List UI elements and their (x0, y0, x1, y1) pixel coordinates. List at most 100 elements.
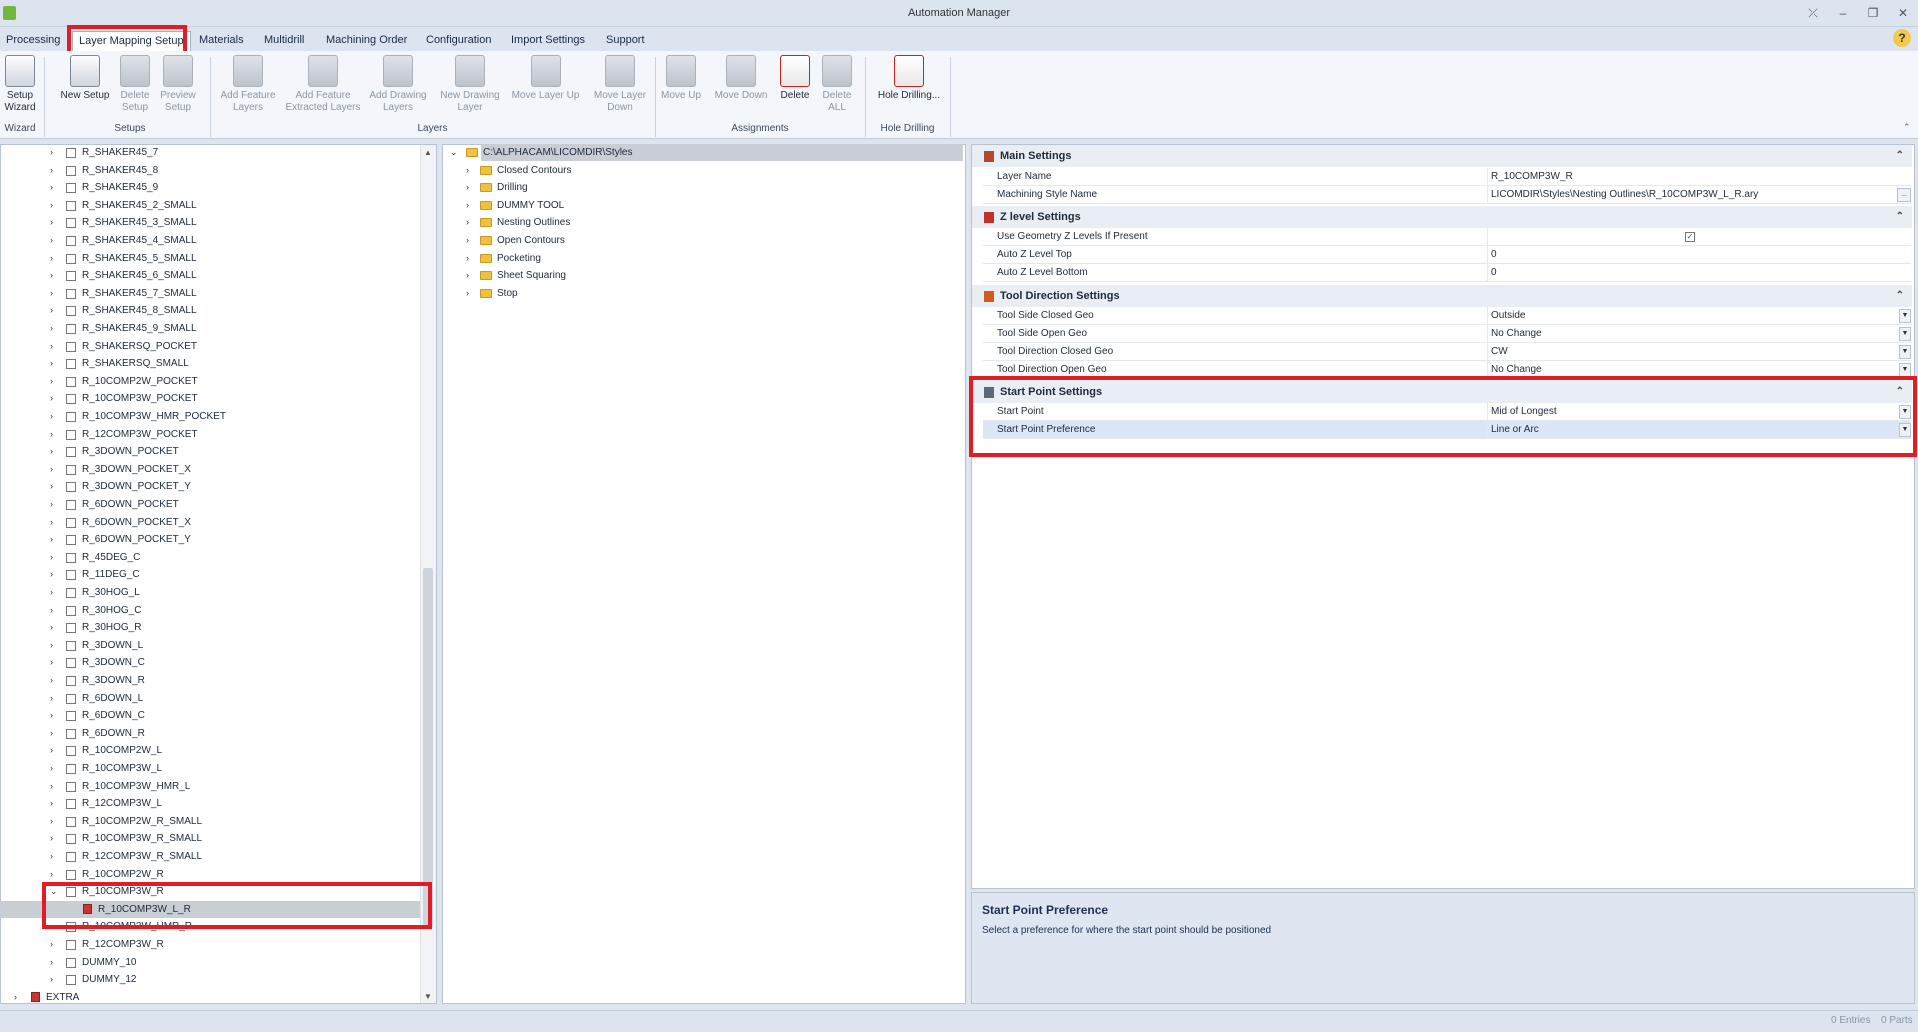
expand-chevron-icon[interactable]: › (50, 637, 60, 654)
layer-checkbox[interactable] (66, 852, 76, 862)
tab-multidrill[interactable]: Multidrill (258, 31, 310, 49)
tree-item[interactable]: › R_SHAKER45_8_SMALL (0, 302, 420, 320)
expand-chevron-icon[interactable]: › (50, 830, 60, 847)
tree-item[interactable]: › R_3DOWN_POCKET_X (0, 461, 420, 479)
expand-chevron-icon[interactable]: › (50, 338, 60, 355)
tree-item[interactable]: › R_3DOWN_C (0, 654, 420, 672)
tree-item[interactable]: › R_SHAKERSQ_SMALL (0, 355, 420, 373)
dropdown-chevron-icon[interactable]: ▼ (1899, 327, 1911, 341)
layer-checkbox[interactable] (66, 517, 76, 528)
scroll-down-icon[interactable]: ▼ (424, 992, 432, 1001)
expand-chevron-icon[interactable]: › (50, 214, 60, 231)
tree-item[interactable]: › R_12COMP3W_R_SMALL (0, 848, 420, 866)
tree-item[interactable]: › R_SHAKER45_5_SMALL (0, 250, 420, 268)
tree-item[interactable]: › R_6DOWN_POCKET_X (0, 514, 420, 532)
expand-chevron-icon[interactable]: › (50, 267, 60, 284)
expand-chevron-icon[interactable]: › (50, 478, 60, 495)
tree-item[interactable]: › R_10COMP2W_R_SMALL (0, 813, 420, 831)
property-value[interactable]: 0 (1487, 264, 1897, 282)
help-icon[interactable]: ? (1893, 29, 1911, 47)
layer-checkbox[interactable] (66, 464, 76, 475)
folder-item[interactable]: › Sheet Squaring (443, 267, 963, 285)
expand-chevron-icon[interactable]: › (50, 742, 60, 759)
layer-checkbox[interactable] (66, 324, 76, 334)
expand-chevron-icon[interactable]: › (50, 584, 60, 601)
property-row[interactable]: Auto Z Level Bottom 0 (983, 264, 1911, 282)
layer-checkbox[interactable] (66, 253, 76, 264)
expand-chevron-icon[interactable]: › (50, 549, 60, 566)
expand-chevron-icon[interactable]: › (50, 760, 60, 777)
ribbon-button-delete[interactable]: Delete (777, 55, 813, 121)
expand-chevron-icon[interactable]: › (50, 232, 60, 249)
expand-chevron-icon[interactable]: › (466, 214, 476, 231)
expand-chevron-icon[interactable]: › (50, 813, 60, 830)
tree-item[interactable]: › R_SHAKER45_9 (0, 179, 420, 197)
expand-chevron-icon[interactable]: › (50, 954, 60, 971)
expand-chevron-icon[interactable]: › (50, 672, 60, 689)
expand-chevron-icon[interactable]: › (466, 197, 476, 214)
tab-machining-order[interactable]: Machining Order (320, 31, 413, 49)
tree-item[interactable]: › R_30HOG_R (0, 619, 420, 637)
expand-chevron-icon[interactable]: › (50, 355, 60, 372)
tab-materials[interactable]: Materials (193, 31, 250, 49)
tree-item[interactable]: › R_6DOWN_POCKET_Y (0, 531, 420, 549)
layer-checkbox[interactable] (66, 218, 76, 229)
layer-checkbox[interactable] (66, 570, 76, 581)
folder-item[interactable]: › Pocketing (443, 250, 963, 268)
tree-item[interactable]: › R_SHAKER45_4_SMALL (0, 232, 420, 250)
expand-chevron-icon[interactable]: › (50, 320, 60, 337)
layer-checkbox[interactable] (66, 658, 76, 669)
ribbon-button-hole-drilling[interactable]: Hole Drilling... (870, 55, 948, 121)
expand-chevron-icon[interactable]: › (50, 707, 60, 724)
close-button[interactable]: ✕ (1893, 6, 1913, 22)
property-value[interactable]: 0 (1487, 246, 1897, 264)
tree-item[interactable]: › R_12COMP3W_POCKET (0, 426, 420, 444)
tree-item[interactable]: › R_45DEG_C (0, 549, 420, 567)
section-header[interactable]: Z level Settings ⌃ (972, 206, 1912, 228)
property-row[interactable]: Layer Name R_10COMP3W_R (983, 168, 1911, 186)
section-header[interactable]: Tool Direction Settings ⌃ (972, 285, 1912, 307)
layer-checkbox[interactable] (66, 165, 76, 176)
expand-chevron-icon[interactable]: › (50, 566, 60, 583)
expand-chevron-icon[interactable]: › (50, 936, 60, 953)
layer-checkbox[interactable] (66, 588, 76, 598)
layer-checkbox[interactable] (66, 552, 76, 563)
folder-item[interactable]: › DUMMY TOOL (443, 197, 963, 215)
layer-checkbox[interactable] (66, 623, 76, 634)
property-value[interactable]: Outside (1487, 307, 1897, 325)
layer-checkbox[interactable] (66, 940, 76, 950)
expand-chevron-icon[interactable]: › (50, 795, 60, 812)
collapse-chevron-icon[interactable]: ⌄ (450, 144, 460, 161)
expand-chevron-icon[interactable]: › (50, 690, 60, 707)
layer-checkbox[interactable] (66, 236, 76, 246)
property-row[interactable]: Tool Side Open Geo No Change ▼ (983, 325, 1911, 343)
layer-checkbox[interactable] (66, 341, 76, 352)
tree-item[interactable]: › R_SHAKER45_9_SMALL (0, 320, 420, 338)
tree-item[interactable]: › R_30HOG_C (0, 602, 420, 620)
checkbox-checked-icon[interactable]: ✓ (1685, 232, 1695, 242)
ribbon-button-new-setup[interactable]: New Setup (55, 55, 115, 121)
dropdown-chevron-icon[interactable]: ▼ (1899, 345, 1911, 359)
layer-checkbox[interactable] (66, 975, 76, 986)
expand-chevron-icon[interactable]: › (466, 232, 476, 249)
layers-scrollbar[interactable] (420, 145, 436, 1003)
layer-checkbox[interactable] (66, 288, 76, 299)
expand-chevron-icon[interactable]: › (50, 496, 60, 513)
layer-checkbox[interactable] (66, 148, 76, 158)
expand-chevron-icon[interactable]: › (50, 179, 60, 196)
tree-item[interactable]: › R_10COMP2W_R (0, 866, 420, 884)
layer-checkbox[interactable] (66, 376, 76, 387)
property-row[interactable]: Use Geometry Z Levels If Present ✓ (983, 228, 1911, 246)
tree-item[interactable]: › R_SHAKER45_2_SMALL (0, 197, 420, 215)
expand-chevron-icon[interactable]: › (466, 162, 476, 179)
folder-item[interactable]: › Closed Contours (443, 162, 963, 180)
layer-checkbox[interactable] (66, 640, 76, 651)
layer-checkbox[interactable] (66, 781, 76, 792)
tab-import-settings[interactable]: Import Settings (505, 31, 591, 49)
tree-item[interactable]: › R_6DOWN_C (0, 707, 420, 725)
layer-checkbox[interactable] (66, 869, 76, 880)
expand-chevron-icon[interactable]: › (50, 654, 60, 671)
tree-item[interactable]: › R_SHAKER45_7 (0, 144, 420, 162)
tree-item[interactable]: › R_6DOWN_L (0, 690, 420, 708)
tree-item[interactable]: › DUMMY_10 (0, 954, 420, 972)
